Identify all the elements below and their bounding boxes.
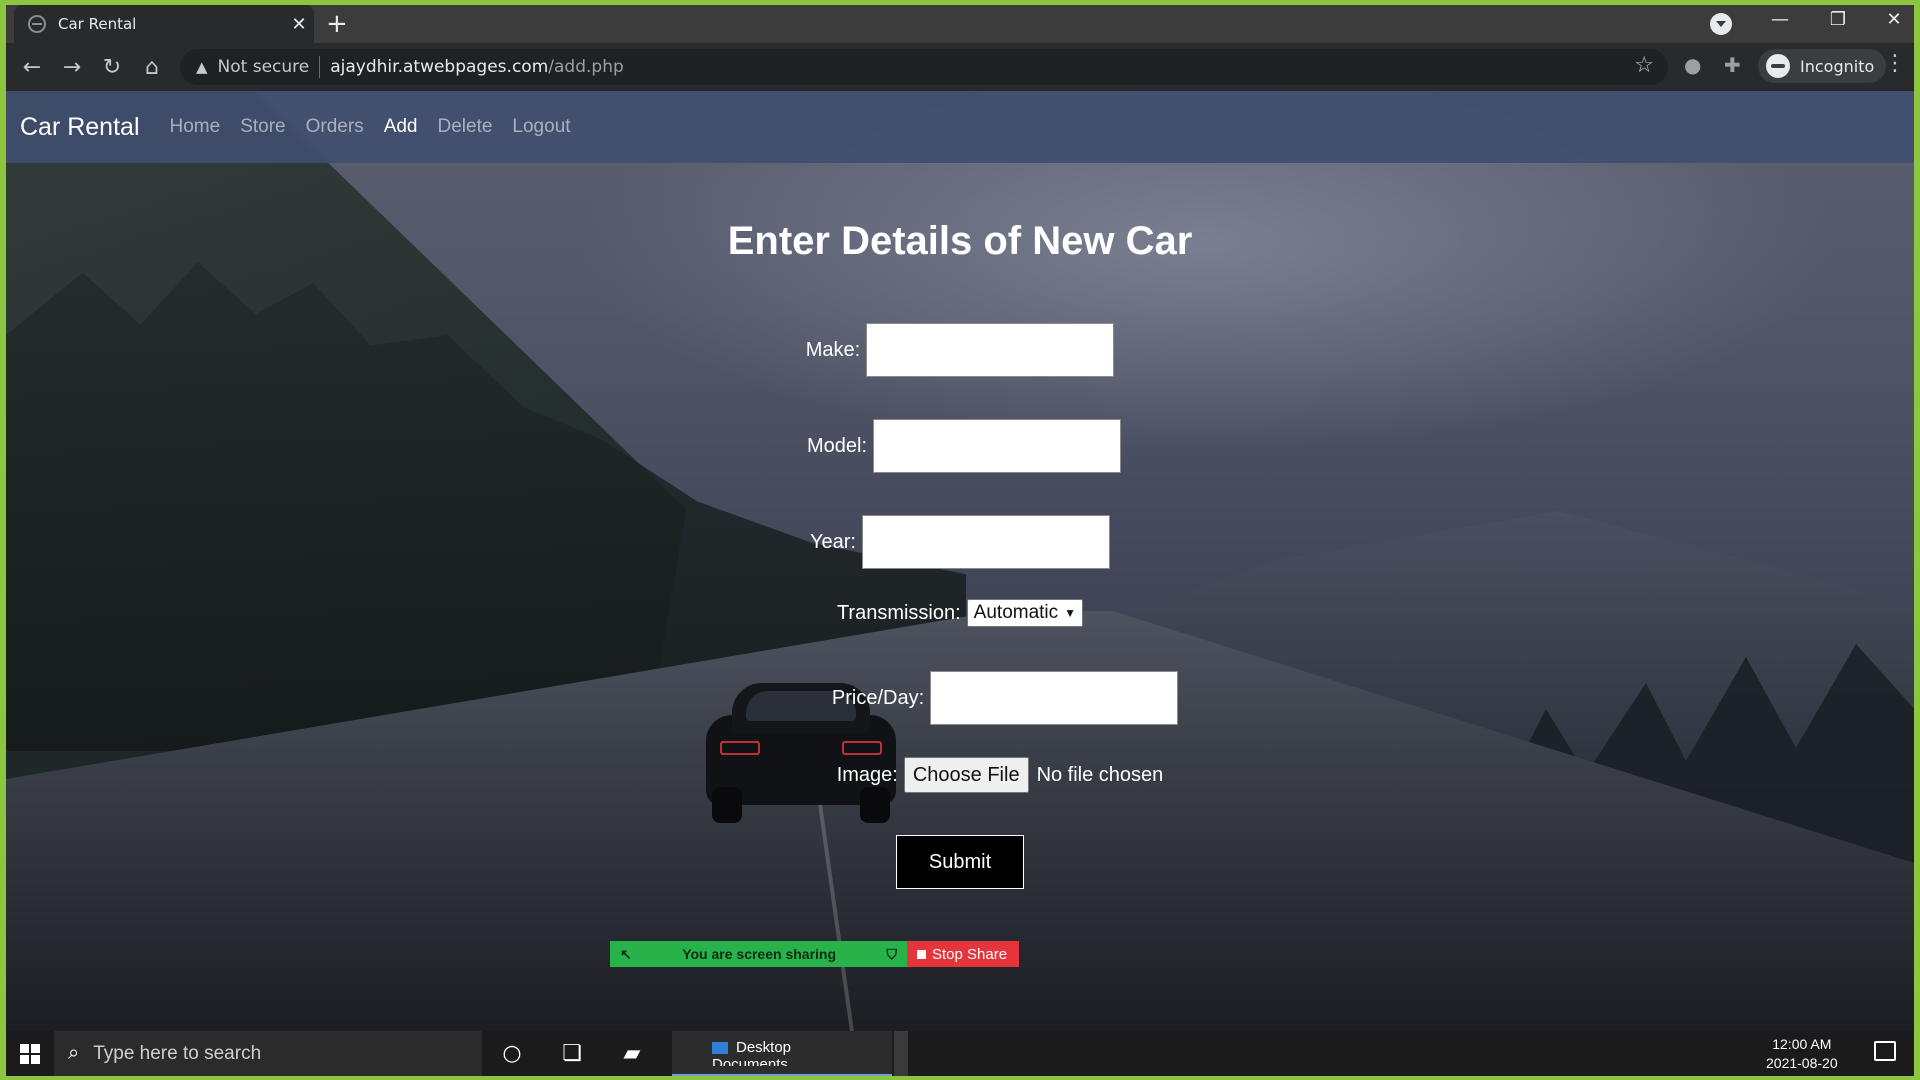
page-content: Car Rental Home Store Orders Add Delete … [6,91,1914,1031]
tab-strip: Car Rental ✕ + — ❐ ✕ [6,5,1914,43]
incognito-icon [1766,54,1790,78]
url-path: /add.php [548,57,624,77]
model-row: Model: [6,419,1914,473]
windows-logo-icon [20,1043,40,1064]
screen-share-text: You are screen sharing [682,946,837,962]
reload-icon[interactable]: ↻ [92,47,132,87]
notification-icon[interactable] [1874,1041,1896,1061]
make-label: Make: [805,338,861,361]
restore-icon[interactable]: ❐ [1816,9,1860,30]
close-tab-icon[interactable]: ✕ [284,14,314,35]
new-tab-button[interactable]: + [326,9,348,39]
year-row: Year: [6,515,1914,569]
cortana-icon[interactable]: ○ [482,1031,542,1076]
submit-button[interactable]: Submit [896,835,1024,889]
nav-link-logout[interactable]: Logout [512,116,570,138]
page-title: Enter Details of New Car [727,219,1193,263]
taskbar-app-explorer[interactable]: Desktop Documents [672,1031,892,1076]
chevron-down-icon: ▼ [1064,606,1077,620]
security-label: Not secure [217,57,310,77]
puzzle-icon[interactable]: ✚ [1724,53,1741,77]
price-label: Price/Day: [831,686,925,709]
nav-link-delete[interactable]: Delete [438,116,493,138]
close-window-icon[interactable]: ✕ [1872,9,1914,30]
site-navbar: Car Rental Home Store Orders Add Delete … [6,91,1914,163]
minimize-icon[interactable]: — [1758,9,1802,30]
browser-menu-icon[interactable]: ⋮ [1884,51,1906,76]
screen-share-status: ↖ You are screen sharing ⛉ [610,941,907,967]
incognito-badge[interactable]: Incognito [1758,49,1887,83]
site-brand[interactable]: Car Rental [20,113,140,142]
nav-link-store[interactable]: Store [240,116,285,138]
globe-icon [28,15,46,33]
stop-icon [917,949,926,959]
taskbar-app-sublabel: Documents [712,1056,788,1066]
price-input[interactable] [930,671,1179,725]
nav-link-home[interactable]: Home [170,116,221,138]
pinned-app-icon[interactable]: ▰ [602,1031,662,1076]
submit-row: Submit [6,835,1914,889]
home-icon[interactable]: ⌂ [132,47,172,87]
year-input[interactable] [861,515,1110,569]
tab-search-icon[interactable] [1710,13,1732,35]
stop-share-label: Stop Share [932,945,1008,963]
browser-toolbar: ← → ↻ ⌂ ▲ Not secure ajaydhir.atwebpages… [6,43,1914,91]
omnibox-divider [319,56,321,78]
model-input[interactable] [873,419,1122,473]
make-row: Make: [6,323,1914,377]
transmission-label: Transmission: [836,601,961,624]
choose-file-button[interactable]: Choose File [903,757,1029,793]
browser-tab[interactable]: Car Rental ✕ [14,5,314,43]
url-host: ajaydhir.atwebpages.com [330,57,549,77]
extension-icon[interactable]: ● [1684,53,1701,77]
file-status: No file chosen [1036,763,1164,786]
share-arrow-icon: ↖ [620,945,632,962]
search-icon: ⌕ [68,1042,80,1064]
taskbar-divider [894,1031,908,1076]
incognito-label: Incognito [1800,56,1875,76]
task-view-icon[interactable]: ❏ [542,1031,602,1076]
image-label: Image: [836,763,898,786]
nav-link-add[interactable]: Add [384,116,418,138]
back-icon[interactable]: ← [12,47,52,87]
forward-icon[interactable]: → [52,47,92,87]
make-input[interactable] [866,323,1115,377]
bookmark-star-icon[interactable]: ☆ [1634,53,1654,78]
clock-time: 12:00 AM [1772,1036,1832,1052]
image-row: Image: Choose File No file chosen [6,757,1914,793]
year-label: Year: [810,530,856,553]
taskbar-search-placeholder: Type here to search [93,1042,262,1064]
screen-share-bar: ↖ You are screen sharing ⛉ Stop Share [610,941,1019,967]
clock-date: 2021-08-20 [1766,1055,1838,1071]
system-clock[interactable]: 12:00 AM 2021-08-20 [1766,1035,1838,1073]
windows-taskbar: ⌕ Type here to search ○ ❏ ▰ Desktop Docu… [6,1031,1914,1076]
address-bar[interactable]: ▲ Not secure ajaydhir.atwebpages.com /ad… [180,49,1668,85]
start-button[interactable] [6,1031,54,1076]
browser-window: Car Rental ✕ + — ❐ ✕ ← → ↻ ⌂ ▲ Not secur… [6,5,1914,1076]
transmission-value: Automatic [973,602,1059,623]
nav-link-orders[interactable]: Orders [306,116,364,138]
transmission-select[interactable]: Automatic ▼ [966,599,1084,627]
taskbar-app-label: Desktop [712,1039,892,1056]
warning-icon: ▲ [196,58,208,76]
taskbar-search[interactable]: ⌕ Type here to search [54,1031,482,1076]
stop-share-button[interactable]: Stop Share [907,941,1019,967]
shield-icon: ⛉ [886,945,897,962]
tab-title: Car Rental [58,15,137,33]
model-label: Model: [806,434,868,457]
transmission-row: Transmission: Automatic ▼ [6,599,1914,627]
price-row: Price/Day: [6,671,1914,725]
